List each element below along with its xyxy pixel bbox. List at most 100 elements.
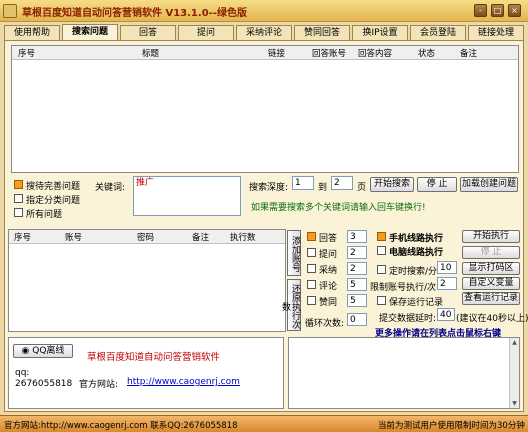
stop-search-button[interactable]: 停 止 <box>417 177 457 192</box>
close-button[interactable]: × <box>508 4 521 17</box>
start-exec-button[interactable]: 开始执行 <box>462 230 520 243</box>
acct-col-remark[interactable]: 备注 <box>192 231 209 243</box>
action-comment-checkbox[interactable] <box>307 280 316 289</box>
keyword-textarea[interactable]: 推广 <box>133 176 241 216</box>
custom-variables-button[interactable]: 自定义变量 <box>462 277 520 290</box>
acct-col-password[interactable]: 密码 <box>137 231 154 243</box>
mobile-route-label: 手机线路执行 <box>389 234 444 244</box>
action-ask-label: 提问 <box>319 250 338 260</box>
col-title[interactable]: 标题 <box>142 47 159 59</box>
site-link[interactable]: http://www.caogenrj.com <box>127 377 240 387</box>
qq-status-button[interactable]: ◉ QQ离线 <box>13 344 73 358</box>
main-panel: 序号 标题 链接 回答账号 回答内容 状态 备注 搜待完善问题 指定分类问题 所… <box>4 40 528 412</box>
accounts-table[interactable]: 序号 账号 密码 备注 执行数 <box>8 229 286 332</box>
tab-member-login[interactable]: 会员登陆 <box>410 25 466 40</box>
action-answer-label: 回答 <box>319 234 338 244</box>
tab-upvote[interactable]: 赞同回答 <box>294 25 350 40</box>
mode-label-2: 指定分类问题 <box>26 196 81 206</box>
stop-exec-button[interactable]: 停 止 <box>462 246 520 259</box>
action-adopt-checkbox[interactable] <box>307 264 316 273</box>
pc-route-checkbox[interactable] <box>377 246 386 255</box>
app-icon <box>3 4 17 18</box>
tab-ask[interactable]: 提问 <box>178 25 234 40</box>
loop-count-input[interactable]: 0 <box>347 313 367 326</box>
log-scrollbar[interactable]: ▲ ▼ <box>509 338 519 408</box>
mode-checkbox-1[interactable] <box>14 180 23 189</box>
status-bar: 官方网站:http://www.caogenrj.com 联系QQ:267605… <box>0 415 528 432</box>
add-account-button[interactable]: 添加账号 <box>287 230 301 276</box>
maximize-button[interactable]: □ <box>491 4 504 17</box>
acct-col-account[interactable]: 账号 <box>65 231 82 243</box>
save-log-checkbox[interactable] <box>377 296 386 305</box>
col-link[interactable]: 链接 <box>268 47 285 59</box>
site-label: 官方网站: <box>79 380 119 390</box>
tab-help[interactable]: 使用帮助 <box>4 25 60 40</box>
col-answer-account[interactable]: 回答账号 <box>312 47 346 59</box>
timed-search-label: 定时搜索/分 <box>389 267 438 277</box>
col-answer-content[interactable]: 回答内容 <box>358 47 392 59</box>
questions-table[interactable]: 序号 标题 链接 回答账号 回答内容 状态 备注 <box>11 45 519 173</box>
tab-ip-settings[interactable]: 换IP设置 <box>352 25 408 40</box>
log-textarea[interactable]: ▲ ▼ <box>288 337 520 409</box>
col-remark[interactable]: 备注 <box>460 47 477 59</box>
timed-search-checkbox[interactable] <box>377 265 386 274</box>
tab-search[interactable]: 搜索问题 <box>62 24 118 41</box>
minimize-button[interactable]: - <box>474 4 487 17</box>
action-upvote-label: 赞同 <box>319 298 338 308</box>
info-box: ◉ QQ离线 草根百度知道自动问答营销软件 qq: 2676055818 官方网… <box>8 337 284 409</box>
keyword-label: 关键词: <box>95 183 126 193</box>
mode-label-3: 所有问题 <box>26 210 63 220</box>
loop-count-label: 循环次数: <box>305 319 345 329</box>
action-adopt-count[interactable]: 2 <box>347 262 367 275</box>
action-adopt-label: 采纳 <box>319 266 338 276</box>
depth-to-input[interactable]: 2 <box>331 176 353 190</box>
delay-input[interactable]: 40 <box>437 308 455 321</box>
delay-hint: (建议在40秒以上) <box>456 314 528 324</box>
timed-search-input[interactable]: 10 <box>437 261 457 274</box>
action-comment-count[interactable]: 5 <box>347 278 367 291</box>
action-upvote-checkbox[interactable] <box>307 296 316 305</box>
mode-label-1: 搜待完善问题 <box>26 182 81 192</box>
action-answer-checkbox[interactable] <box>307 232 316 241</box>
tab-adopt-comment[interactable]: 采纳评论 <box>236 25 292 40</box>
search-hint: 如果需要搜索多个关键词请输入回车键换行! <box>251 203 426 213</box>
delay-label: 提交数据延时: <box>379 314 437 324</box>
save-log-label: 保存运行记录 <box>389 298 444 308</box>
view-log-button[interactable]: 查看运行记录 <box>462 292 520 305</box>
scroll-down-icon[interactable]: ▼ <box>510 399 519 408</box>
mode-checkbox-3[interactable] <box>14 208 23 217</box>
depth-label: 搜索深度: <box>249 183 289 193</box>
qq-status-label: QQ离线 <box>32 346 65 356</box>
action-answer-count[interactable]: 3 <box>347 230 367 243</box>
action-ask-count[interactable]: 2 <box>347 246 367 259</box>
tab-answer[interactable]: 回答 <box>120 25 176 40</box>
col-index[interactable]: 序号 <box>18 47 35 59</box>
depth-unit-label: 页 <box>357 183 367 193</box>
status-left: 官方网站:http://www.caogenrj.com 联系QQ:267605… <box>4 421 238 431</box>
qq-number: 2676055818 <box>15 379 73 389</box>
questions-table-header: 序号 标题 链接 回答账号 回答内容 状态 备注 <box>12 46 518 60</box>
load-questions-button[interactable]: 加载创建问题 <box>460 177 518 192</box>
acct-col-index[interactable]: 序号 <box>14 231 31 243</box>
mode-checkbox-2[interactable] <box>14 194 23 203</box>
depth-from-input[interactable]: 1 <box>292 176 314 190</box>
accounts-table-header: 序号 账号 密码 备注 执行数 <box>9 230 285 244</box>
action-ask-checkbox[interactable] <box>307 248 316 257</box>
mobile-route-checkbox[interactable] <box>377 232 386 241</box>
tab-bar: 使用帮助 搜索问题 回答 提问 采纳评论 赞同回答 换IP设置 会员登陆 链接处… <box>4 24 524 41</box>
limit-exec-input[interactable]: 2 <box>437 277 457 290</box>
acct-col-exec-count[interactable]: 执行数 <box>230 231 256 243</box>
show-captcha-button[interactable]: 显示打码区 <box>462 262 520 275</box>
qq-label: qq: <box>15 368 30 378</box>
reset-exec-count-button[interactable]: 还原执行次数 <box>280 279 301 331</box>
depth-to-label: 到 <box>318 183 328 193</box>
tab-link-processing[interactable]: 链接处理 <box>468 25 524 40</box>
start-search-button[interactable]: 开始搜索 <box>370 177 414 192</box>
action-comment-label: 评论 <box>319 282 338 292</box>
action-upvote-count[interactable]: 5 <box>347 294 367 307</box>
limit-exec-label: 限制账号执行/次 <box>370 283 437 293</box>
scroll-up-icon[interactable]: ▲ <box>510 338 519 347</box>
pc-route-label: 电脑线路执行 <box>389 248 444 258</box>
window-title: 草根百度知道自动问答营销软件 V13.1.0--绿色版 <box>22 8 247 19</box>
col-status[interactable]: 状态 <box>418 47 435 59</box>
